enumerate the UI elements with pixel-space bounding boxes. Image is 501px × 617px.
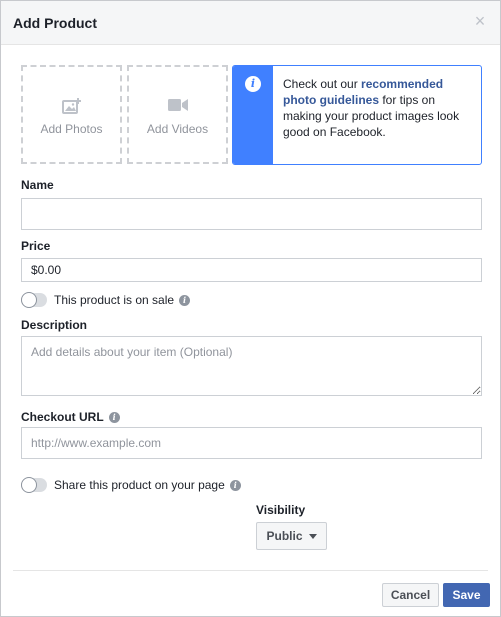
share-toggle-row: Share this product on your page i [21, 477, 241, 493]
share-toggle-label: Share this product on your page [54, 478, 225, 492]
price-input[interactable] [21, 258, 482, 282]
help-icon[interactable]: i [179, 294, 191, 306]
sale-toggle-label: This product is on sale [54, 293, 175, 307]
caret-down-icon [308, 533, 317, 539]
info-strip: i [233, 66, 273, 164]
description-label: Description [21, 318, 88, 332]
checkout-url-input[interactable] [21, 427, 482, 459]
help-icon[interactable]: i [229, 479, 241, 491]
dialog-title: Add Product [13, 15, 97, 31]
add-product-dialog: Add Product × Add Photos Add Videos i Ch… [0, 0, 501, 617]
help-icon[interactable]: i [108, 411, 120, 423]
info-icon: i [245, 76, 261, 92]
add-photos-label: Add Photos [40, 122, 103, 136]
footer-divider [13, 570, 488, 571]
add-videos-label: Add Videos [146, 122, 209, 136]
save-button[interactable]: Save [443, 583, 490, 607]
add-photo-icon [23, 98, 120, 116]
dialog-header: Add Product × [1, 1, 500, 45]
video-camera-icon [129, 98, 226, 116]
toggle-knob [21, 477, 37, 493]
add-videos-button[interactable]: Add Videos [127, 65, 228, 164]
sale-toggle[interactable] [21, 292, 47, 308]
toggle-knob [21, 292, 37, 308]
visibility-label: Visibility [256, 503, 306, 517]
info-text: Check out our recommended photo guidelin… [283, 76, 471, 140]
visibility-dropdown[interactable]: Public [256, 522, 327, 550]
close-icon[interactable]: × [472, 12, 488, 30]
sale-toggle-row: This product is on sale i [21, 292, 191, 308]
visibility-selected: Public [266, 529, 303, 543]
name-input[interactable] [21, 198, 482, 230]
info-text-before: Check out our [283, 77, 362, 91]
description-textarea[interactable] [21, 336, 482, 396]
checkout-url-label: Checkout URL [21, 410, 104, 424]
name-label: Name [21, 178, 54, 192]
add-photos-button[interactable]: Add Photos [21, 65, 122, 164]
share-toggle[interactable] [21, 477, 47, 493]
photo-guidelines-notice: i Check out our recommended photo guidel… [232, 65, 482, 165]
cancel-button[interactable]: Cancel [382, 583, 439, 607]
price-label: Price [21, 239, 51, 253]
checkout-url-label-row: Checkout URL i [21, 410, 120, 424]
